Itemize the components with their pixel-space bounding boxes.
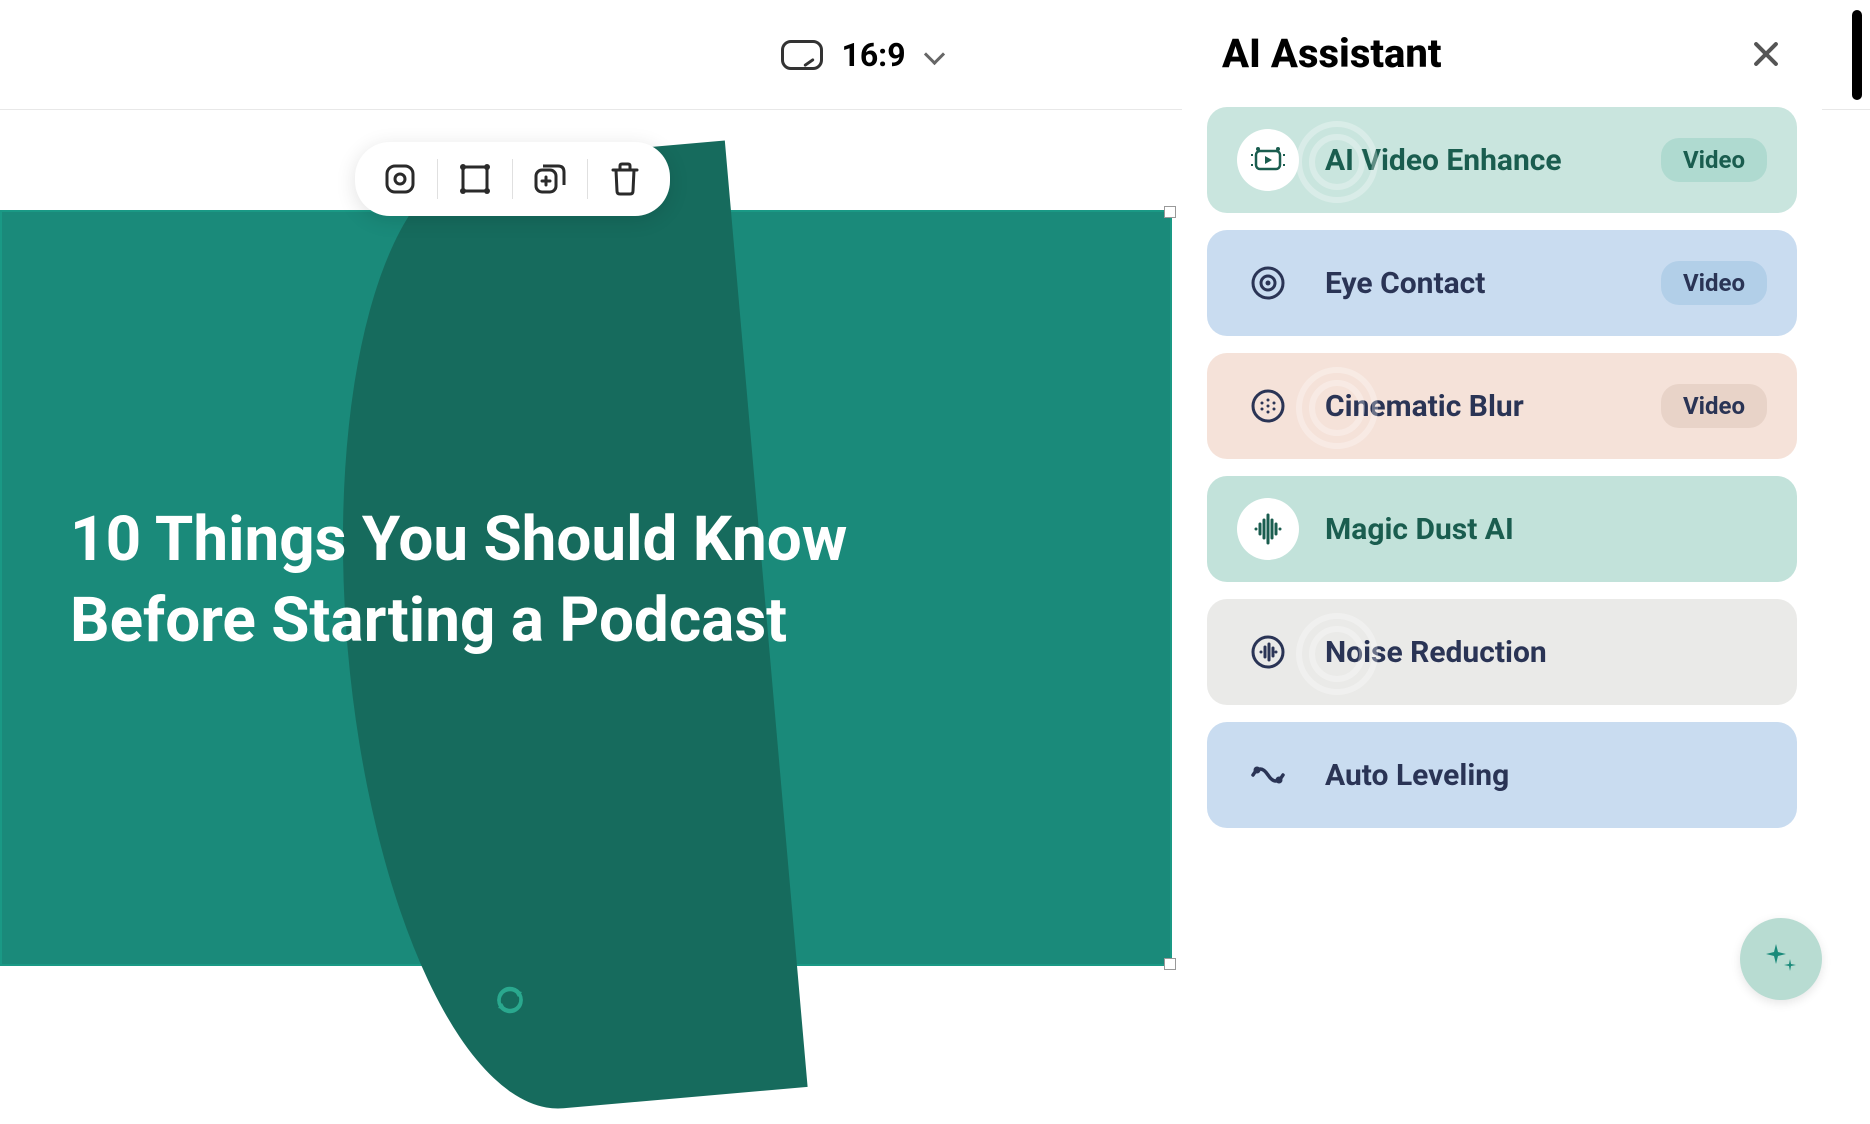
resize-handle-br[interactable]	[1164, 958, 1176, 970]
video-badge: Video	[1661, 138, 1767, 182]
ai-option-label: Eye Contact	[1325, 266, 1661, 301]
noise-reduction-icon	[1237, 621, 1299, 683]
ai-panel-title: AI Assistant	[1222, 30, 1441, 77]
canvas-title-text[interactable]: 10 Things You Should Know Before Startin…	[70, 500, 847, 661]
delete-button[interactable]	[600, 154, 650, 204]
toolbar-divider	[512, 159, 513, 199]
canvas-toolbar	[355, 142, 670, 216]
ai-assistant-panel: AI Assistant AI Video Enhance Video	[1182, 0, 1822, 900]
ai-panel-header: AI Assistant	[1207, 30, 1797, 77]
ai-option-video-enhance[interactable]: AI Video Enhance Video	[1207, 107, 1797, 213]
toolbar-divider	[587, 159, 588, 199]
duplicate-button[interactable]	[525, 154, 575, 204]
resize-handle-tr[interactable]	[1164, 206, 1176, 218]
magic-dust-icon	[1237, 498, 1299, 560]
eye-contact-icon	[1237, 252, 1299, 314]
ai-fab-button[interactable]	[1740, 918, 1822, 1000]
scrollbar[interactable]	[1852, 10, 1862, 100]
video-badge: Video	[1661, 384, 1767, 428]
ai-option-label: Cinematic Blur	[1325, 389, 1661, 424]
ai-option-magic-dust[interactable]: Magic Dust AI	[1207, 476, 1797, 582]
video-enhance-icon	[1237, 129, 1299, 191]
aspect-ratio-icon	[781, 40, 823, 70]
toolbar-divider	[437, 159, 438, 199]
canvas[interactable]: 10 Things You Should Know Before Startin…	[0, 210, 1172, 966]
cinematic-blur-icon	[1237, 375, 1299, 437]
ai-option-label: AI Video Enhance	[1325, 143, 1661, 178]
ai-option-label: Auto Leveling	[1325, 758, 1767, 793]
crop-button[interactable]	[450, 154, 500, 204]
aspect-ratio-label: 16:9	[841, 36, 905, 74]
ai-option-label: Magic Dust AI	[1325, 512, 1767, 547]
fit-button[interactable]	[375, 154, 425, 204]
auto-leveling-icon	[1237, 744, 1299, 806]
aspect-ratio-selector[interactable]: 16:9	[781, 36, 943, 74]
video-badge: Video	[1661, 261, 1767, 305]
ai-option-label: Noise Reduction	[1325, 635, 1767, 670]
refresh-button[interactable]	[490, 980, 530, 1020]
ai-option-eye-contact[interactable]: Eye Contact Video	[1207, 230, 1797, 336]
chevron-down-icon	[924, 45, 944, 65]
ai-option-cinematic-blur[interactable]: Cinematic Blur Video	[1207, 353, 1797, 459]
ai-option-noise-reduction[interactable]: Noise Reduction	[1207, 599, 1797, 705]
ai-option-auto-leveling[interactable]: Auto Leveling	[1207, 722, 1797, 828]
close-icon[interactable]	[1750, 38, 1782, 70]
